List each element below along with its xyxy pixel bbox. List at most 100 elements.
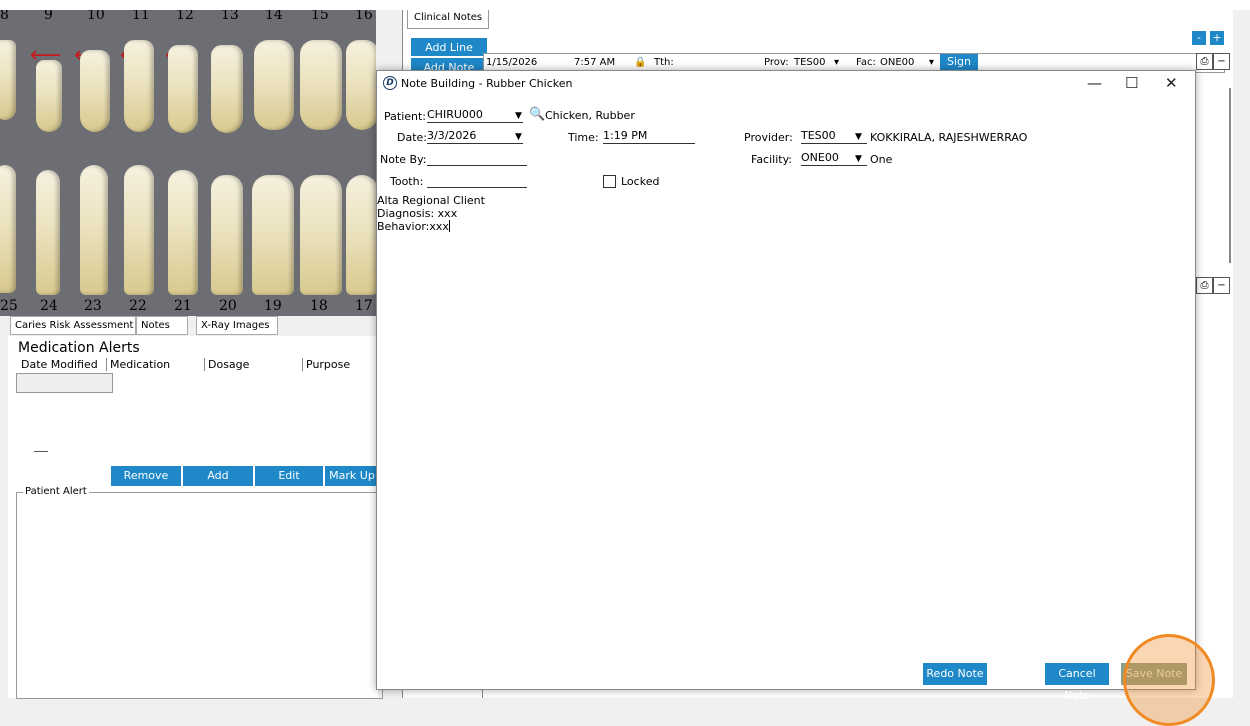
- app-logo-icon: D: [383, 76, 397, 90]
- tooth-lower[interactable]: [80, 165, 108, 295]
- mark-up-button[interactable]: Mark Up: [325, 466, 379, 486]
- tooth-number[interactable]: 18: [310, 298, 328, 314]
- tooth-number[interactable]: 24: [40, 298, 58, 314]
- time-field[interactable]: 1:19 PM: [603, 129, 695, 144]
- minus-icon[interactable]: −: [1213, 277, 1230, 294]
- locked-checkbox[interactable]: [603, 175, 616, 188]
- patient-field[interactable]: CHIRU000: [427, 108, 523, 123]
- time-label: Time:: [568, 131, 599, 144]
- tab-caries-risk-assessment[interactable]: Caries Risk Assessment: [10, 316, 136, 335]
- text-caret: [448, 220, 450, 232]
- tab-notes[interactable]: Notes: [136, 316, 188, 335]
- edit-button[interactable]: Edit: [255, 466, 323, 486]
- tooth-number[interactable]: 22: [129, 298, 147, 314]
- tooth-upper[interactable]: [254, 40, 294, 130]
- chevron-down-icon[interactable]: ▾: [834, 57, 839, 68]
- print-icon[interactable]: ⎙: [1196, 277, 1213, 294]
- column-purpose[interactable]: Purpose: [302, 358, 350, 371]
- tooth-number[interactable]: 9: [44, 10, 53, 23]
- tooth-number[interactable]: 8: [0, 10, 9, 23]
- tooth-upper[interactable]: [168, 45, 198, 133]
- tooth-upper[interactable]: [300, 40, 342, 130]
- tooth-label: Tooth:: [390, 175, 424, 188]
- note-date: 1/15/2026: [486, 57, 538, 68]
- note-text-area[interactable]: Alta Regional Client Diagnosis: xxx Beha…: [377, 194, 485, 233]
- facility-name: One: [870, 153, 893, 166]
- chevron-down-icon[interactable]: ▾: [929, 57, 934, 68]
- search-icon[interactable]: 🔍: [529, 107, 545, 122]
- redo-note-button[interactable]: Redo Note: [923, 663, 987, 685]
- tooth-upper[interactable]: [0, 40, 16, 120]
- note-line: Diagnosis: xxx: [377, 207, 485, 220]
- top-strip: [0, 0, 1250, 10]
- tooth-lower[interactable]: [124, 165, 154, 295]
- chevron-down-icon[interactable]: ▼: [855, 154, 862, 164]
- remove-button[interactable]: Remove: [111, 466, 181, 486]
- tooth-field[interactable]: [427, 173, 527, 188]
- chevron-down-icon[interactable]: ▼: [515, 132, 522, 142]
- tooth-number[interactable]: 14: [265, 10, 283, 23]
- tooth-lower[interactable]: [252, 175, 294, 295]
- close-icon[interactable]: ✕: [1165, 74, 1178, 92]
- tooth-number[interactable]: 17: [355, 298, 373, 314]
- tooth-lower[interactable]: [211, 175, 243, 295]
- dialog-titlebar[interactable]: D Note Building - Rubber Chicken — ☐ ✕: [377, 71, 1195, 95]
- column-date-modified[interactable]: Date Modified: [18, 358, 98, 371]
- maximize-icon[interactable]: ☐: [1125, 74, 1138, 92]
- note-line: Alta Regional Client: [377, 194, 485, 207]
- minimize-icon[interactable]: —: [1087, 74, 1102, 92]
- scrollbar[interactable]: [1229, 88, 1231, 263]
- tooth-number[interactable]: 20: [219, 298, 237, 314]
- minus-icon[interactable]: −: [1213, 53, 1230, 70]
- tooth-upper[interactable]: [80, 50, 110, 132]
- tooth-upper[interactable]: [36, 60, 62, 132]
- note-line-text: Alta Regional Client: [377, 194, 485, 207]
- collapse-button[interactable]: -: [1192, 31, 1206, 45]
- note-building-dialog: D Note Building - Rubber Chicken — ☐ ✕ P…: [376, 70, 1196, 702]
- tooth-upper[interactable]: [346, 40, 376, 130]
- tooth-number[interactable]: 11: [132, 10, 150, 23]
- tooth-chart[interactable]: 8 9 10 11 12 13 14 15 16 ⟵ ⟵ ⟵ ⟵ ⟵ ⟵ ⟵ ⟵…: [0, 10, 376, 316]
- cancel-note-button[interactable]: Cancel Note: [1045, 663, 1109, 702]
- tooth-number[interactable]: 13: [221, 10, 239, 23]
- expand-button[interactable]: +: [1210, 31, 1224, 45]
- tab-clinical-notes[interactable]: Clinical Notes: [407, 10, 490, 29]
- tooth-number[interactable]: 25: [0, 298, 18, 314]
- tooth-upper[interactable]: [211, 45, 243, 133]
- patient-alert-legend: Patient Alert: [23, 486, 89, 497]
- column-medication[interactable]: Medication: [106, 358, 170, 371]
- note-by-field[interactable]: [427, 151, 527, 166]
- tooth-lower[interactable]: [168, 170, 198, 295]
- add-button[interactable]: Add: [183, 466, 253, 486]
- tooth-upper[interactable]: [124, 40, 154, 132]
- print-icon[interactable]: ⎙: [1196, 53, 1213, 70]
- tooth-lower[interactable]: [36, 170, 60, 295]
- date-field[interactable]: 3/3/2026: [427, 129, 523, 144]
- note-fac-value[interactable]: ONE00: [880, 57, 914, 68]
- note-prov-value[interactable]: TES00: [794, 57, 826, 68]
- medication-grid-row[interactable]: [16, 373, 113, 393]
- note-by-label: Note By:: [380, 153, 427, 166]
- tooth-number[interactable]: 19: [264, 298, 282, 314]
- patient-alert-box[interactable]: Patient Alert: [16, 486, 383, 699]
- tooth-number[interactable]: 16: [355, 10, 373, 23]
- add-line-button[interactable]: Add Line: [411, 38, 487, 56]
- chevron-down-icon[interactable]: ▼: [855, 132, 862, 142]
- note-line: Behavior:xxx: [377, 220, 485, 233]
- chevron-down-icon[interactable]: ▼: [515, 111, 522, 121]
- click-highlight: [1123, 634, 1215, 726]
- tooth-lower[interactable]: [0, 165, 16, 293]
- column-dosage[interactable]: Dosage: [204, 358, 249, 371]
- tooth-number[interactable]: 21: [174, 298, 192, 314]
- tooth-number[interactable]: 10: [87, 10, 105, 23]
- tooth-lower[interactable]: [300, 175, 342, 295]
- tooth-number[interactable]: 15: [311, 10, 329, 23]
- tooth-lower[interactable]: [346, 175, 376, 295]
- lock-icon[interactable]: 🔒: [634, 57, 646, 68]
- tab-x-ray-images[interactable]: X-Ray Images: [196, 316, 278, 335]
- tooth-number[interactable]: 12: [176, 10, 194, 23]
- sign-button[interactable]: Sign: [940, 54, 978, 70]
- tooth-number[interactable]: 23: [84, 298, 102, 314]
- note-line-text: Diagnosis: xxx: [377, 207, 458, 220]
- provider-label: Provider:: [744, 131, 793, 144]
